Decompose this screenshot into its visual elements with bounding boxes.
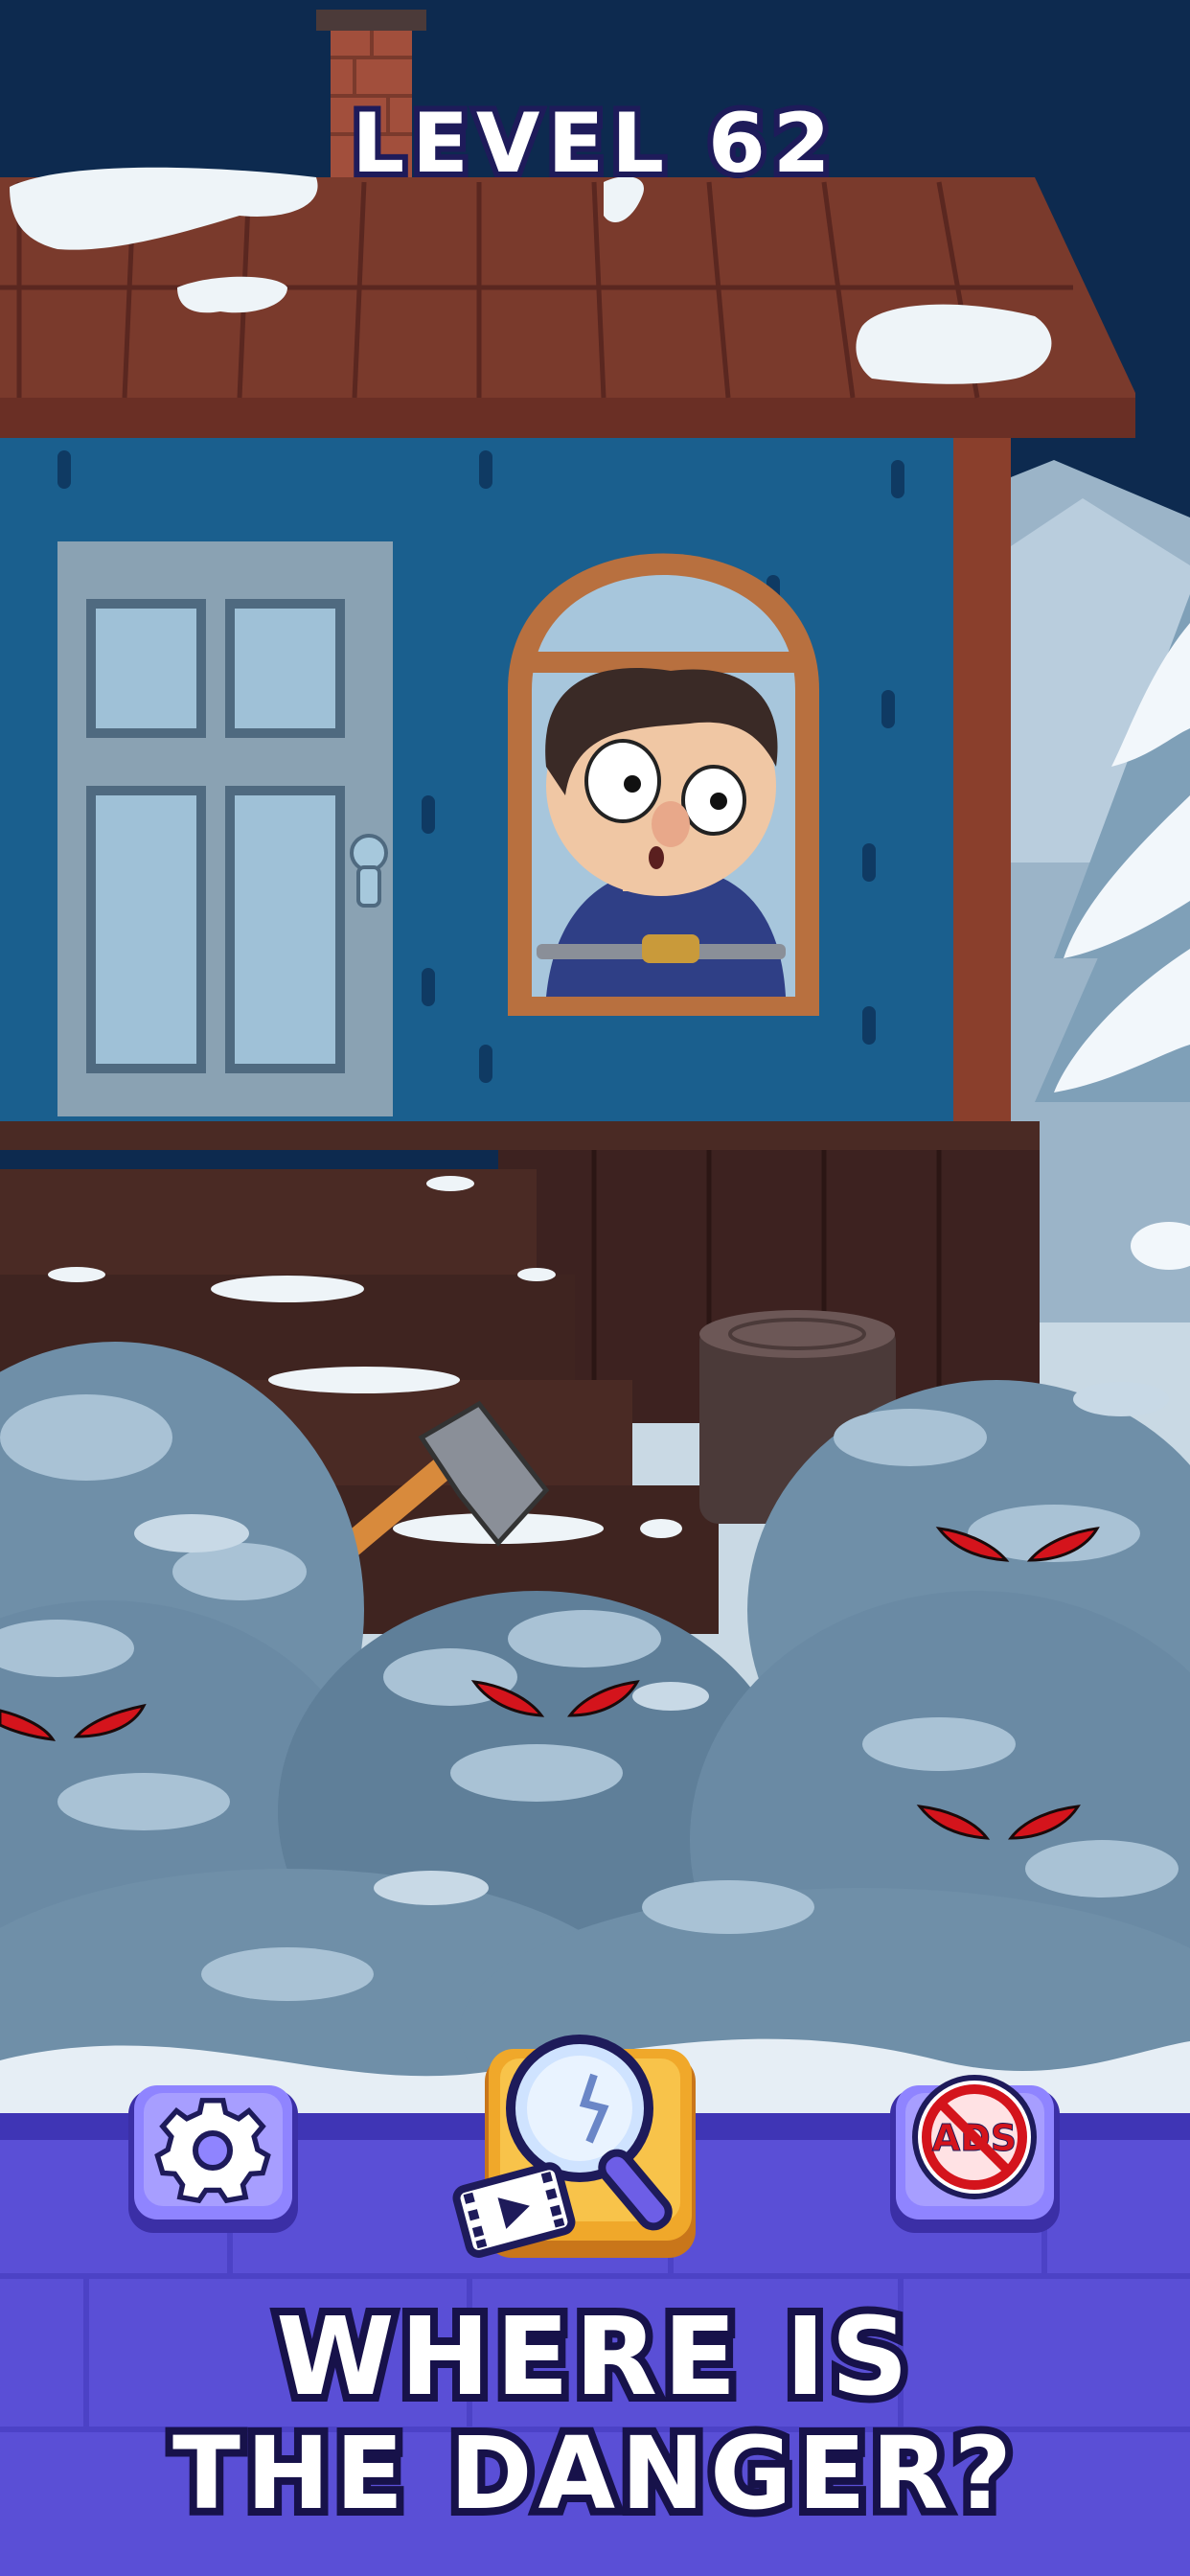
- game-screen: LEVEL 62 WHERE IS THE DANGER?: [0, 0, 1190, 2576]
- roof: [0, 167, 1135, 438]
- prompt-line-2: THE DANGER?: [165, 2407, 1019, 2540]
- no-ads-icon: ADS: [912, 2075, 1037, 2199]
- hint-button[interactable]: [450, 2032, 728, 2262]
- prompt-line-1: WHERE IS: [268, 2288, 916, 2427]
- man-in-window: [537, 667, 786, 997]
- no-ads-button[interactable]: ADS: [886, 2060, 1064, 2238]
- front-door: [57, 541, 393, 1116]
- settings-button[interactable]: [125, 2080, 302, 2238]
- level-title: LEVEL 62: [346, 90, 838, 197]
